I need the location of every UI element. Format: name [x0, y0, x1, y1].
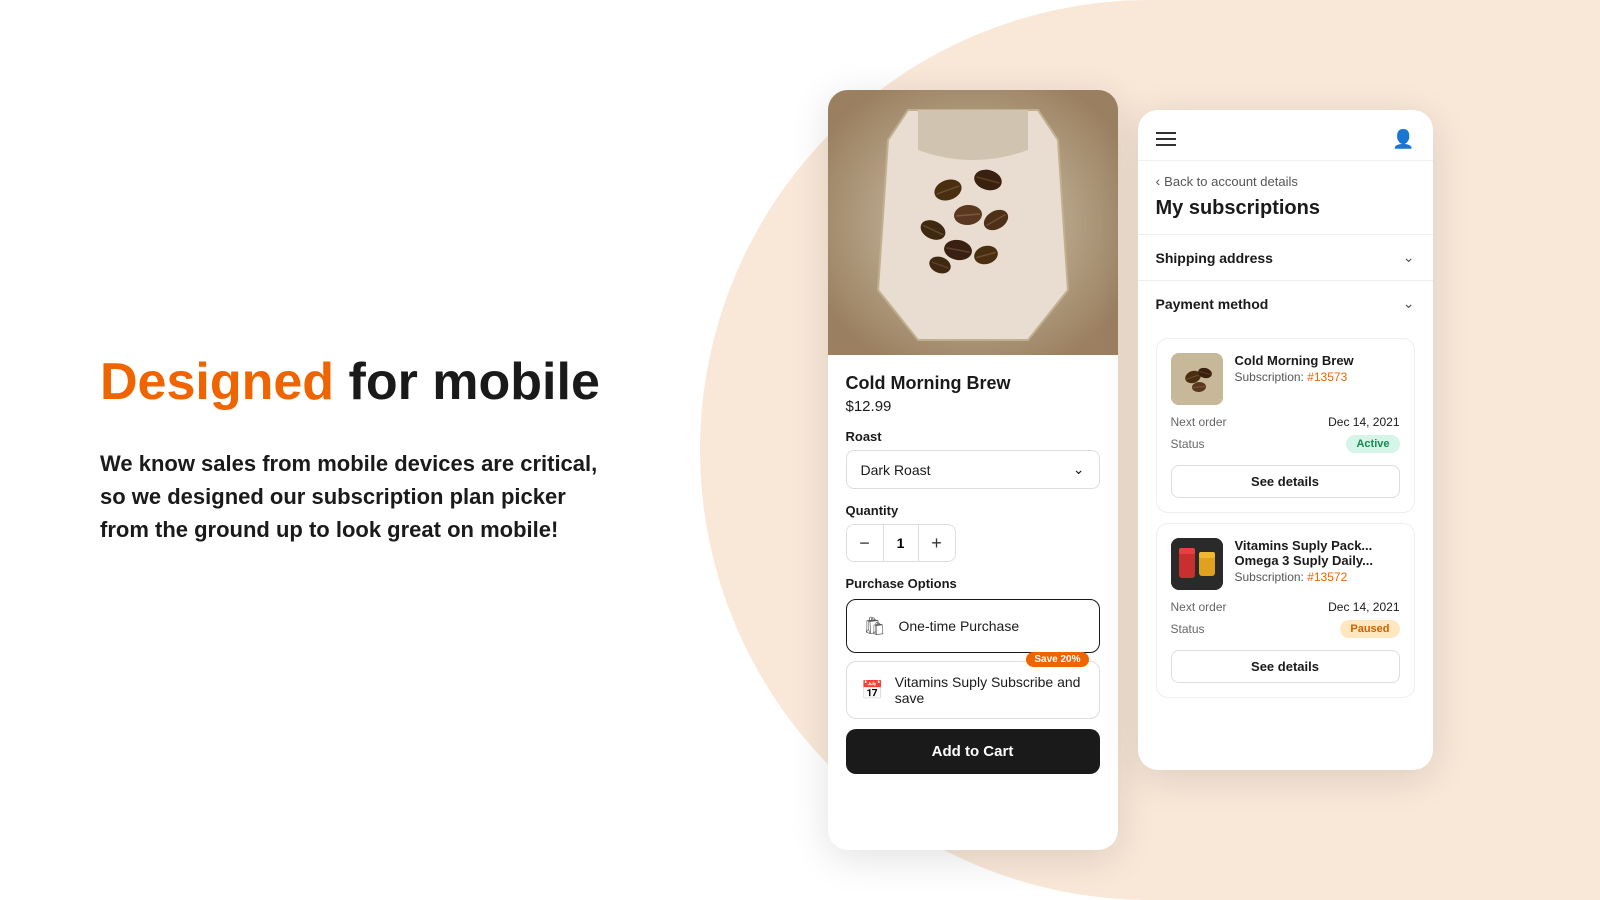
- left-section: Designed for mobile We know sales from m…: [0, 274, 680, 626]
- quantity-controls: − 1 +: [846, 524, 956, 562]
- next-order-value-2: Dec 14, 2021: [1328, 600, 1399, 614]
- quantity-label: Quantity: [846, 503, 1100, 518]
- sub-item-2-id-prefix: Subscription:: [1235, 570, 1308, 584]
- shipping-chevron-down-icon: ⌄: [1403, 249, 1415, 266]
- sub-item-1-name: Cold Morning Brew: [1235, 353, 1400, 368]
- sub-item-2-id: Subscription: #13572: [1235, 570, 1400, 584]
- back-link-label: Back to account details: [1164, 174, 1298, 189]
- sub-item-1-id-link[interactable]: #13573: [1307, 370, 1347, 384]
- sub-item-1-thumbnail: [1171, 353, 1223, 405]
- roast-chevron-icon: ⌄: [1073, 461, 1085, 478]
- shipping-address-accordion[interactable]: Shipping address ⌄: [1138, 234, 1433, 280]
- back-chevron-icon: ‹: [1156, 173, 1161, 189]
- subscriptions-card: 👤 ‹ Back to account details My subscript…: [1138, 110, 1433, 770]
- status-label-2: Status: [1171, 622, 1205, 636]
- subscription-item-2: Vitamins Suply Pack... Omega 3 Suply Dai…: [1156, 523, 1415, 698]
- product-image: [828, 90, 1118, 355]
- status-badge-2: Paused: [1340, 620, 1399, 638]
- purchase-options-label: Purchase Options: [846, 576, 1100, 591]
- payment-method-label: Payment method: [1156, 296, 1269, 312]
- sub-item-2-header: Vitamins Suply Pack... Omega 3 Suply Dai…: [1171, 538, 1400, 590]
- save-badge: Save 20%: [1026, 652, 1088, 667]
- page-layout: Designed for mobile We know sales from m…: [0, 0, 1600, 900]
- sub-item-1-header: Cold Morning Brew Subscription: #13573: [1171, 353, 1400, 405]
- sub-item-1-id-prefix: Subscription:: [1235, 370, 1308, 384]
- hero-title: Designed for mobile: [100, 354, 600, 411]
- quantity-decrease-button[interactable]: −: [847, 525, 883, 561]
- roast-value: Dark Roast: [861, 462, 931, 478]
- sub-item-1-id: Subscription: #13573: [1235, 370, 1400, 384]
- sub-item-1-status: Status Active: [1171, 435, 1400, 453]
- hero-title-normal: for mobile: [349, 353, 600, 411]
- subscriptions-header: 👤: [1138, 110, 1433, 161]
- status-badge-1: Active: [1346, 435, 1399, 453]
- next-order-label-2: Next order: [1171, 600, 1227, 614]
- quantity-section: Quantity − 1 +: [846, 503, 1100, 562]
- roast-label: Roast: [846, 429, 1100, 444]
- one-time-option-label: One-time Purchase: [899, 618, 1020, 634]
- sub-item-2-info: Vitamins Suply Pack... Omega 3 Suply Dai…: [1235, 538, 1400, 590]
- sub-item-1-info: Cold Morning Brew Subscription: #13573: [1235, 353, 1400, 405]
- sub-item-2-thumbnail: [1171, 538, 1223, 590]
- add-to-cart-button[interactable]: Add to Cart: [846, 729, 1100, 774]
- next-order-value-1: Dec 14, 2021: [1328, 415, 1399, 429]
- next-order-label-1: Next order: [1171, 415, 1227, 429]
- payment-chevron-down-icon: ⌄: [1403, 295, 1415, 312]
- product-info: Cold Morning Brew $12.99 Roast Dark Roas…: [828, 355, 1118, 719]
- payment-method-accordion[interactable]: Payment method ⌄: [1138, 280, 1433, 326]
- sub-coffee-svg: [1171, 353, 1223, 405]
- subscriptions-page-title: My subscriptions: [1138, 193, 1433, 234]
- shopping-bag-icon: 🛍: [861, 612, 889, 640]
- sub-item-2-name-line2: Omega 3 Suply Daily...: [1235, 553, 1373, 568]
- see-details-button-1[interactable]: See details: [1171, 465, 1400, 498]
- one-time-purchase-option[interactable]: 🛍 One-time Purchase: [846, 599, 1100, 653]
- coffee-bag-svg: [828, 90, 1118, 355]
- quantity-increase-button[interactable]: +: [919, 525, 955, 561]
- product-price: $12.99: [846, 398, 1100, 415]
- sub-item-2-name: Vitamins Suply Pack... Omega 3 Suply Dai…: [1235, 538, 1400, 568]
- subscription-list: Cold Morning Brew Subscription: #13573 N…: [1138, 326, 1433, 698]
- product-name: Cold Morning Brew: [846, 373, 1100, 394]
- status-label-1: Status: [1171, 437, 1205, 451]
- sub-item-2-next-order: Next order Dec 14, 2021: [1171, 600, 1400, 614]
- product-card: Cold Morning Brew $12.99 Roast Dark Roas…: [828, 90, 1118, 850]
- subscribe-option-label: Vitamins Suply Subscribe and save: [895, 674, 1085, 706]
- see-details-button-2[interactable]: See details: [1171, 650, 1400, 683]
- user-icon[interactable]: 👤: [1393, 128, 1415, 150]
- sub-item-2-id-link[interactable]: #13572: [1307, 570, 1347, 584]
- hamburger-menu-icon[interactable]: [1156, 132, 1176, 146]
- right-section: Cold Morning Brew $12.99 Roast Dark Roas…: [680, 30, 1600, 870]
- back-to-account-link[interactable]: ‹ Back to account details: [1138, 161, 1433, 193]
- sub-item-1-next-order: Next order Dec 14, 2021: [1171, 415, 1400, 429]
- roast-select[interactable]: Dark Roast ⌄: [846, 450, 1100, 489]
- quantity-value: 1: [883, 525, 919, 561]
- subscribe-calendar-icon: 📅: [861, 676, 885, 704]
- subscription-item-1: Cold Morning Brew Subscription: #13573 N…: [1156, 338, 1415, 513]
- sub-item-2-status: Status Paused: [1171, 620, 1400, 638]
- hero-title-highlight: Designed: [100, 353, 334, 411]
- shipping-address-label: Shipping address: [1156, 250, 1273, 266]
- hero-description: We know sales from mobile devices are cr…: [100, 447, 600, 546]
- sub-vitamins-svg: [1171, 538, 1223, 590]
- sub-item-2-name-line1: Vitamins Suply Pack...: [1235, 538, 1373, 553]
- subscribe-save-option[interactable]: Save 20% 📅 Vitamins Suply Subscribe and …: [846, 661, 1100, 719]
